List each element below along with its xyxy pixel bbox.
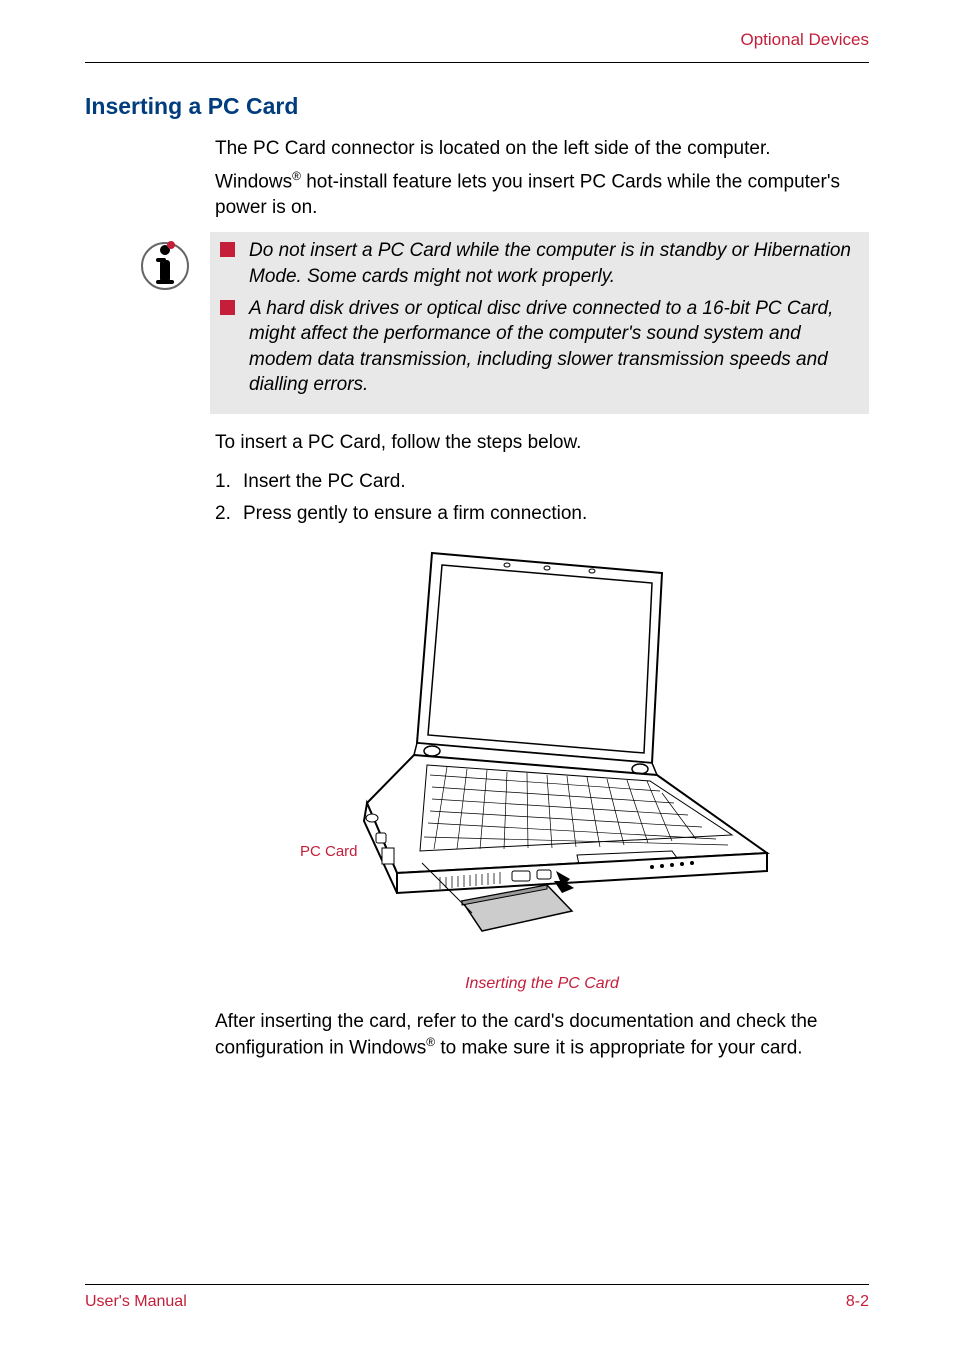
note-block: Do not insert a PC Card while the comput… [85,232,869,414]
step-1-number: 1. [215,468,243,497]
intro2-post: hot-install feature lets you insert PC C… [215,171,840,218]
section-heading: Inserting a PC Card [85,93,869,120]
step-2-text: Press gently to ensure a firm connection… [243,500,587,529]
registered-mark: ® [292,169,301,183]
footer-page-number: 8-2 [846,1293,869,1311]
after-paragraph: After inserting the card, refer to the c… [215,1009,869,1062]
page-footer: User's Manual 8-2 [85,1284,869,1311]
step-2-number: 2. [215,500,243,529]
steps-intro: To insert a PC Card, follow the steps be… [215,430,869,456]
note-item-2: A hard disk drives or optical disc drive… [220,296,859,399]
footer-manual-title: User's Manual [85,1293,187,1311]
step-list: 1. Insert the PC Card. 2. Press gently t… [215,468,869,529]
footer-rule [85,1284,869,1285]
header-rule [85,62,869,63]
registered-mark-2: ® [426,1035,435,1049]
note-text-1: Do not insert a PC Card while the comput… [249,238,859,289]
header-link[interactable]: Optional Devices [85,30,869,50]
intro-paragraph-1: The PC Card connector is located on the … [215,136,869,162]
step-1-text: Insert the PC Card. [243,468,406,497]
figure-caption: Inserting the PC Card [215,975,869,993]
step-1: 1. Insert the PC Card. [215,468,869,497]
intro2-pre: Windows [215,171,292,192]
note-content: Do not insert a PC Card while the comput… [210,232,869,414]
step-2: 2. Press gently to ensure a firm connect… [215,500,869,529]
bullet-square [220,300,235,315]
info-icon [140,238,190,295]
note-item-1: Do not insert a PC Card while the comput… [220,238,859,289]
bullet-square [220,242,235,257]
note-text-2: A hard disk drives or optical disc drive… [249,296,859,399]
intro-paragraph-2: Windows® hot-install feature lets you in… [215,168,869,221]
figure-area: PC Card [215,543,869,963]
after-post: to make sure it is appropriate for your … [435,1038,803,1059]
laptop-illustration [312,543,772,933]
figure-callout-label: PC Card [300,843,358,860]
